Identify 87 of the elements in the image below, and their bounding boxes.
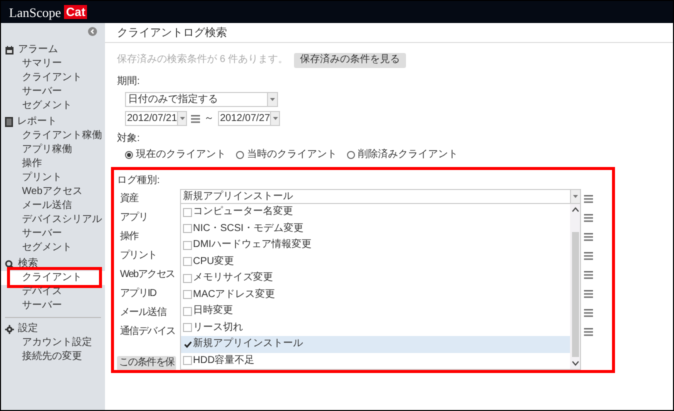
menu-icon[interactable]	[584, 194, 593, 202]
saved-conditions-button[interactable]: 保存済みの条件を見る	[294, 52, 406, 68]
sidebar-item[interactable]: プリント	[1, 171, 105, 185]
page-title: クライアントログ検索	[117, 28, 227, 39]
sidebar-item[interactable]: クライアント稼働	[1, 129, 105, 143]
asset-select[interactable]: 新規アプリインストール	[180, 189, 581, 204]
sidebar-item[interactable]: クライアント	[1, 271, 105, 285]
dropdown-option[interactable]: NIC・SCSI・モデム変更	[181, 220, 570, 237]
checkbox[interactable]	[183, 323, 192, 332]
period-label: 期間:	[117, 77, 141, 87]
log-type-label: ログ種別:	[117, 176, 161, 186]
checkbox[interactable]	[183, 290, 192, 300]
log-type-row-label: プリント	[119, 250, 158, 260]
sidebar-heading: アラーム	[18, 45, 58, 55]
menu-icon[interactable]	[191, 114, 200, 122]
radio-button[interactable]	[347, 151, 355, 159]
gear-icon	[5, 324, 14, 334]
search-icon	[5, 260, 14, 268]
sidebar-heading: 設定	[18, 324, 38, 334]
sidebar-item[interactable]: クライアント	[1, 71, 105, 85]
scrollbar[interactable]	[570, 204, 580, 369]
dropdown-option[interactable]: DMIハードウェア情報変更	[181, 237, 570, 254]
menu-icon[interactable]	[584, 328, 593, 336]
collapse-icon[interactable]	[88, 27, 97, 36]
sidebar-item[interactable]: サーバー	[1, 85, 105, 99]
date-from-field[interactable]: 2012/07/21	[125, 111, 187, 126]
sidebar-item[interactable]: サマリー	[1, 57, 105, 71]
logo-text: LanScope	[9, 6, 61, 18]
menu-icon[interactable]	[584, 290, 593, 298]
period-select[interactable]: 日付のみで指定する	[125, 92, 278, 107]
log-type-row-label: 資産	[119, 194, 140, 204]
checkbox[interactable]	[183, 340, 192, 349]
sidebar-item[interactable]: デバイスシリアル	[1, 213, 105, 227]
log-type-row-label: 通信デバイス	[119, 326, 176, 336]
sidebar-heading: レポート	[17, 117, 57, 127]
save-conditions-button[interactable]: この条件を保	[117, 356, 176, 370]
checkbox[interactable]	[183, 240, 192, 250]
sidebar-item[interactable]: 接続先の変更	[5, 350, 101, 364]
dropdown-option[interactable]: コンピューター名変更	[181, 204, 570, 220]
dropdown-option[interactable]: 日時変更	[181, 303, 570, 320]
radio-label: 当時のクライアント	[247, 150, 337, 160]
dropdown-option[interactable]: HDD容量不足	[181, 352, 570, 369]
log-type-row-label: アプリID	[119, 288, 158, 298]
calendar-icon	[5, 46, 14, 54]
log-type-row-label: アプリ	[119, 212, 149, 222]
sidebar-item[interactable]: アカウント設定	[5, 336, 101, 350]
checkbox[interactable]	[183, 257, 192, 266]
dropdown-option[interactable]: MACアドレス変更	[181, 286, 570, 303]
target-label: 対象:	[117, 134, 141, 144]
radio-button[interactable]	[236, 151, 244, 159]
radio-button[interactable]	[125, 151, 133, 159]
sidebar-item[interactable]: セグメント	[1, 241, 105, 255]
scroll-up-icon[interactable]	[572, 207, 578, 212]
radio-label: 現在のクライアント	[136, 150, 226, 160]
dropdown-option[interactable]: 新規アプリインストール	[181, 336, 570, 352]
dropdown-option[interactable]: CPU変更	[181, 254, 570, 270]
menu-icon[interactable]	[584, 252, 593, 260]
radio-label: 削除済みクライアント	[358, 150, 458, 160]
checkbox[interactable]	[183, 224, 192, 234]
date-separator: ～	[204, 114, 214, 124]
menu-icon[interactable]	[584, 308, 593, 316]
document-icon	[5, 117, 13, 127]
checkbox[interactable]	[183, 306, 192, 316]
log-type-row-label: 操作	[119, 232, 140, 242]
sidebar-item[interactable]: Webアクセス	[1, 185, 105, 199]
checkbox[interactable]	[183, 274, 192, 283]
date-to-field[interactable]: 2012/07/27	[218, 111, 280, 126]
logo-badge: Cat	[64, 5, 88, 19]
sidebar-item[interactable]: サーバー	[1, 227, 105, 241]
sidebar-item[interactable]: セグメント	[1, 99, 105, 113]
dropdown-option[interactable]: リース切れ	[181, 320, 570, 336]
log-type-row-label: Webアクセス	[119, 270, 176, 280]
sidebar-item[interactable]: サーバー	[1, 299, 105, 313]
sidebar-item[interactable]: メール送信	[1, 199, 105, 213]
sidebar-heading: 検索	[18, 259, 38, 269]
menu-icon[interactable]	[584, 214, 593, 222]
log-type-row-label: メール送信	[119, 308, 168, 318]
menu-icon[interactable]	[584, 232, 593, 240]
saved-note: 保存済みの検索条件が 6 件あります。	[117, 55, 288, 65]
checkbox[interactable]	[183, 208, 192, 217]
scroll-down-icon[interactable]	[572, 361, 578, 366]
sidebar-item[interactable]: アプリ稼働	[1, 143, 105, 157]
checkbox[interactable]	[183, 356, 192, 366]
menu-icon[interactable]	[584, 270, 593, 278]
sidebar-item[interactable]: 操作	[1, 157, 105, 171]
dropdown-option[interactable]: メモリサイズ変更	[181, 270, 570, 286]
sidebar-item[interactable]: デバイス	[1, 285, 105, 299]
